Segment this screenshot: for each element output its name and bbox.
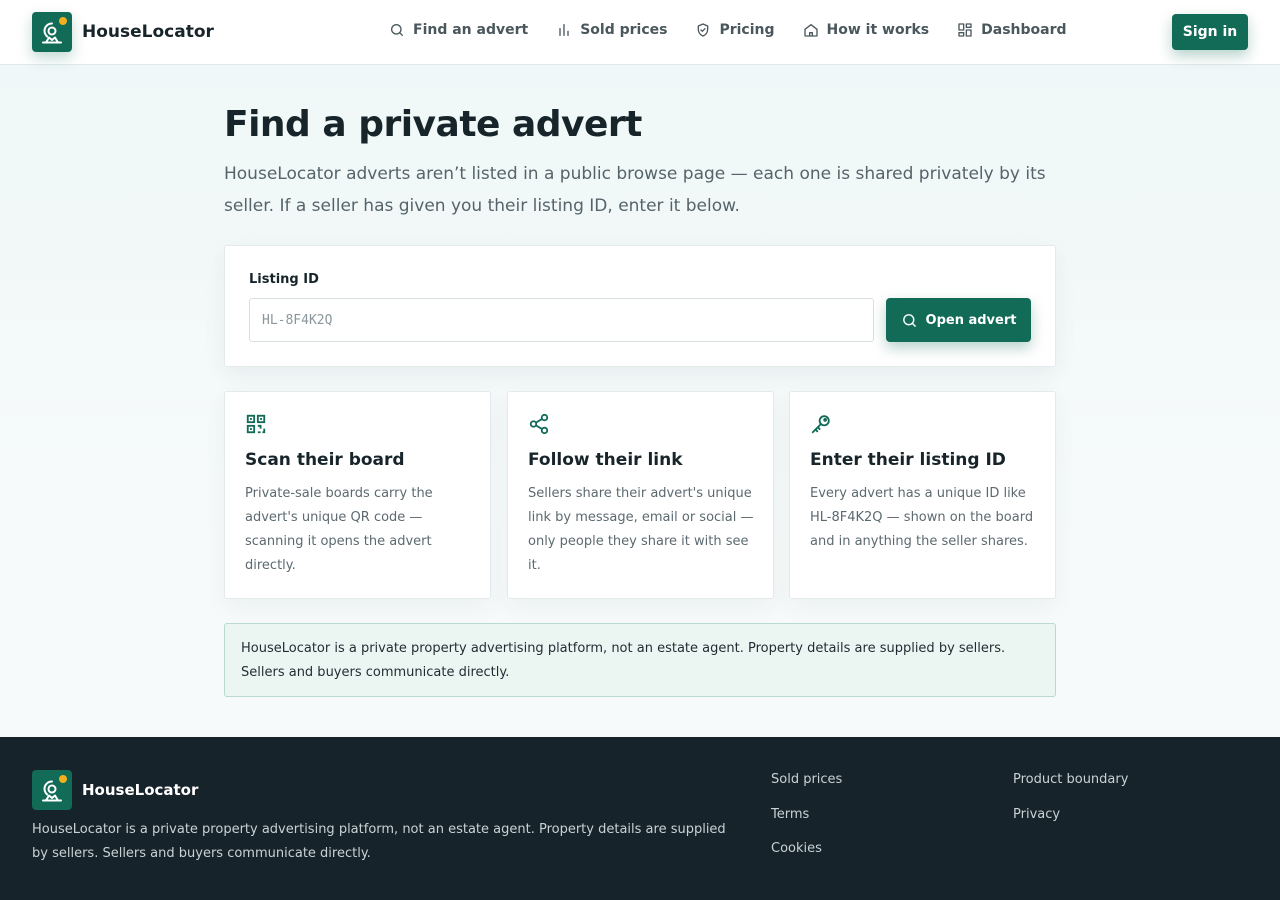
card-title: Enter their listing ID — [810, 450, 1006, 470]
top-header: HouseLocator Find an advert Sold prices … — [0, 0, 1280, 65]
shield-check-icon — [698, 23, 709, 37]
bar-chart-icon — [559, 24, 569, 36]
card-enter-listing-id: Enter their listing ID Every advert has … — [789, 391, 1056, 599]
nav-how-it-works[interactable]: How it works — [803, 22, 930, 38]
footer-link-product-boundary[interactable]: Product boundary — [1013, 772, 1128, 787]
nav-label: Dashboard — [981, 22, 1067, 38]
page-intro: HouseLocator adverts aren’t listed in a … — [224, 164, 1046, 216]
platform-notice: HouseLocator is a private property adver… — [224, 623, 1056, 697]
search-icon — [391, 24, 403, 36]
card-text: Private-sale boards carry the advert's u… — [245, 486, 433, 573]
nav-sold-prices[interactable]: Sold prices — [556, 22, 667, 38]
main-nav: Find an advert Sold prices Pricing How i… — [389, 22, 1095, 38]
search-icon — [902, 313, 916, 327]
logo-icon — [32, 12, 72, 52]
card-follow-link: Follow their link Sellers share their ad… — [507, 391, 774, 599]
listing-id-label: Listing ID — [249, 272, 319, 287]
nav-pricing[interactable]: Pricing — [695, 22, 775, 38]
logo-dot — [59, 17, 67, 25]
brand-home-link[interactable]: HouseLocator — [32, 12, 214, 52]
share-icon — [529, 413, 549, 435]
card-title: Scan their board — [245, 450, 405, 470]
footer-description: HouseLocator is a private property adver… — [32, 822, 726, 861]
key-icon — [811, 415, 830, 434]
open-advert-label: Open advert — [925, 312, 1017, 328]
dashboard-grid-icon — [958, 23, 972, 37]
nav-dashboard[interactable]: Dashboard — [957, 22, 1067, 38]
site-footer: HouseLocator HouseLocator is a private p… — [0, 737, 1280, 900]
card-title: Follow their link — [528, 450, 683, 470]
sign-in-button[interactable]: Sign in — [1172, 14, 1248, 50]
card-scan-board: Scan their board Private-sale boards car… — [224, 391, 491, 599]
footer-link-privacy[interactable]: Privacy — [1013, 807, 1060, 822]
nav-label: Sold prices — [580, 22, 668, 38]
brand-name: HouseLocator — [82, 22, 214, 42]
card-text: Every advert has a unique ID like HL-8F4… — [810, 486, 1034, 549]
home-icon — [803, 24, 818, 37]
logo-icon — [32, 770, 72, 810]
footer-brand[interactable]: HouseLocator — [32, 770, 198, 810]
footer-link-sold-prices[interactable]: Sold prices — [771, 772, 842, 787]
logo-dot — [59, 775, 67, 783]
open-advert-button[interactable]: Open advert — [886, 298, 1031, 342]
listing-id-input[interactable] — [249, 298, 874, 342]
footer-link-cookies[interactable]: Cookies — [771, 841, 822, 856]
footer-link-terms[interactable]: Terms — [771, 807, 809, 822]
listing-search-card: Listing ID Open advert — [224, 245, 1056, 367]
nav-label: How it works — [826, 22, 930, 38]
nav-find-an-advert[interactable]: Find an advert — [389, 22, 528, 38]
nav-label: Find an advert — [413, 22, 529, 38]
nav-label: Pricing — [719, 22, 775, 38]
footer-brand-name: HouseLocator — [82, 781, 199, 799]
qr-code-icon — [246, 414, 266, 434]
page-title: Find a private advert — [224, 104, 642, 145]
card-text: Sellers share their advert's unique link… — [528, 486, 754, 573]
